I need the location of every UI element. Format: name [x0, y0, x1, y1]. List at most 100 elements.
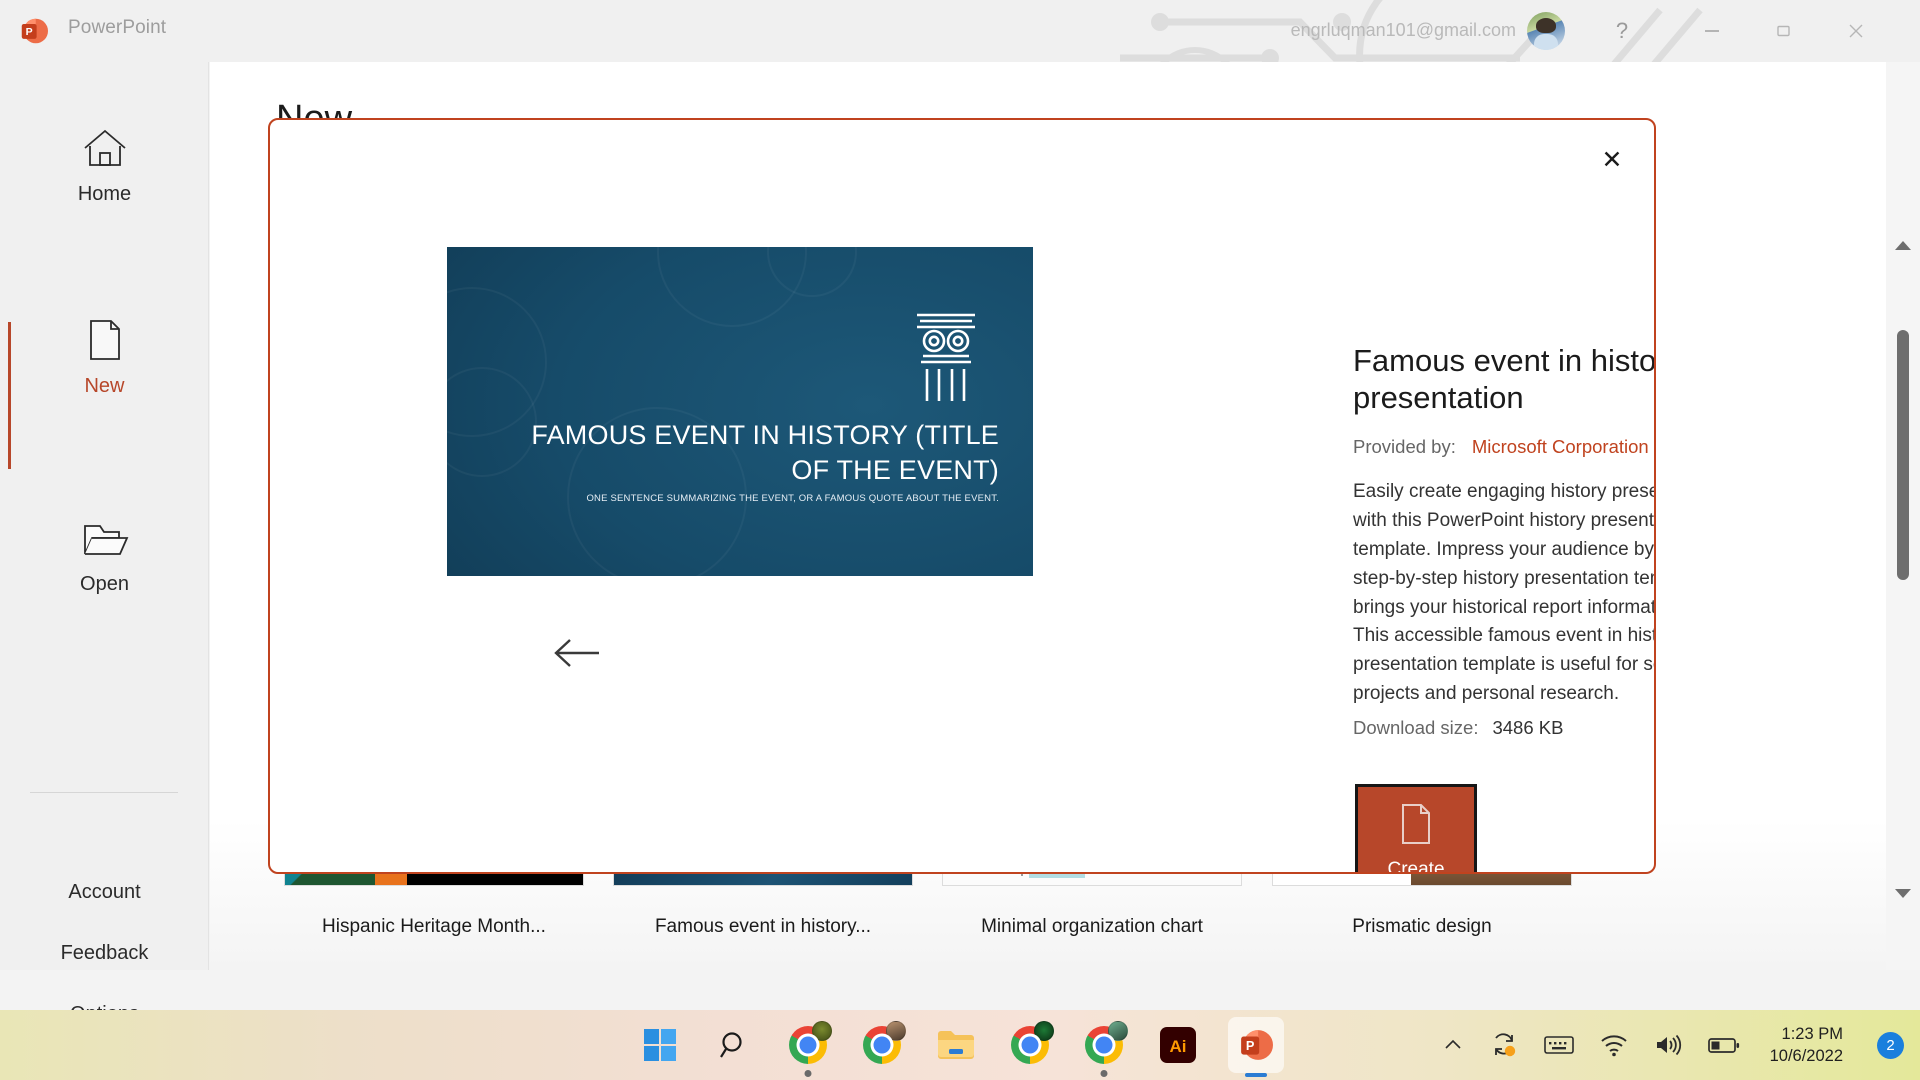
taskbar-app-group: Ai P	[636, 1010, 1284, 1080]
svg-text:P: P	[1246, 1038, 1255, 1053]
notification-badge[interactable]: 2	[1877, 1031, 1904, 1059]
volume-button[interactable]	[1654, 1033, 1682, 1057]
sidebar-item-account[interactable]: Account	[0, 881, 209, 904]
sidebar-item-label: Home	[77, 183, 132, 205]
chrome-icon	[1011, 1021, 1054, 1064]
powerpoint-logo-icon: P	[21, 18, 48, 44]
template-label: Famous event in history...	[654, 916, 872, 937]
app-title: PowerPoint	[68, 17, 167, 38]
chrome-icon	[1085, 1021, 1128, 1064]
sidebar-divider	[30, 792, 178, 793]
ionic-column-icon	[917, 313, 975, 401]
clock[interactable]: 1:23 PM 10/6/2022	[1770, 1023, 1843, 1068]
content-scrollbar[interactable]	[1886, 62, 1920, 970]
download-size-value: 3486 KB	[1492, 717, 1564, 738]
download-size-row: Download size: 3486 KB	[1353, 717, 1563, 739]
chevron-up-icon	[1895, 240, 1911, 250]
slide-subtitle: ONE SENTENCE SUMMARIZING THE EVENT, OR A…	[586, 493, 999, 504]
account-email: engrluqman101@gmail.com	[1290, 20, 1516, 40]
sidebar-item-home[interactable]: Home	[0, 116, 209, 206]
touch-keyboard-button[interactable]	[1543, 1034, 1574, 1056]
template-label: Minimal organization chart	[981, 916, 1203, 937]
folder-icon	[938, 1031, 974, 1059]
clock-date: 10/6/2022	[1769, 1047, 1843, 1065]
battery-icon	[1707, 1038, 1739, 1053]
create-button[interactable]: Create	[1355, 784, 1477, 874]
slide-title: FAMOUS EVENT IN HISTORY (TITLE OF THE EV…	[531, 420, 999, 485]
restore-icon	[1777, 25, 1790, 37]
powerpoint-button[interactable]: P	[1228, 1017, 1284, 1077]
new-document-icon	[1398, 803, 1434, 851]
chrome-icon	[789, 1021, 832, 1064]
active-indicator	[1245, 1073, 1267, 1077]
maximize-button[interactable]	[1754, 0, 1814, 62]
wifi-button[interactable]	[1600, 1033, 1628, 1057]
svg-text:Ai: Ai	[1170, 1037, 1187, 1056]
chevron-down-icon	[1895, 888, 1911, 898]
windows-taskbar: Ai P 1:23 PM 10/6/2022 2	[0, 1010, 1920, 1080]
scroll-down-button[interactable]	[1886, 876, 1920, 910]
sidebar-item-new[interactable]: New	[0, 308, 209, 398]
minimize-icon	[1705, 30, 1719, 32]
window-close-button[interactable]	[1826, 0, 1886, 62]
chrome-window-4-button[interactable]	[1080, 1021, 1128, 1077]
minimize-button[interactable]	[1682, 0, 1742, 62]
title-bar: P PowerPoint engrluqman101@gmail.com ?	[0, 0, 1920, 62]
powerpoint-app-window: P PowerPoint engrluqman101@gmail.com ? H…	[0, 0, 1920, 1080]
template-title: Famous event in history presentation	[1353, 343, 1656, 416]
dialog-close-button[interactable]: ✕	[1590, 138, 1634, 182]
scrollbar-thumb[interactable]	[1897, 330, 1909, 580]
new-document-icon	[84, 308, 126, 362]
running-indicator	[804, 1070, 812, 1077]
volume-icon	[1656, 1034, 1681, 1056]
sidebar-item-feedback[interactable]: Feedback	[0, 942, 209, 965]
running-indicator	[1100, 1070, 1108, 1077]
chrome-icon	[863, 1021, 906, 1064]
illustrator-icon: Ai	[1160, 1027, 1196, 1063]
chrome-window-2-button[interactable]	[858, 1021, 906, 1069]
provided-by-label: Provided by:	[1353, 436, 1456, 457]
template-label: Prismatic design	[1352, 916, 1492, 937]
chrome-window-1-button[interactable]	[784, 1021, 832, 1077]
profile-badge	[1034, 1021, 1054, 1041]
sidebar-item-label: New	[84, 375, 125, 397]
left-navigation-rail: Home New Open Account Feedback Opt	[0, 62, 209, 1025]
create-button-label: Create	[1387, 858, 1445, 874]
chrome-window-3-button[interactable]	[1006, 1021, 1054, 1069]
scroll-up-button[interactable]	[1886, 228, 1920, 262]
clock-time: 1:23 PM	[1781, 1024, 1843, 1043]
windows-logo-icon	[644, 1029, 676, 1061]
slide-preview: FAMOUS EVENT IN HISTORY (TITLE OF THE EV…	[447, 247, 1033, 576]
sync-icon	[1494, 1033, 1515, 1057]
tray-overflow-button[interactable]	[1442, 1034, 1464, 1056]
powerpoint-icon: P	[1241, 1030, 1273, 1060]
profile-badge	[1108, 1021, 1128, 1041]
start-button[interactable]	[636, 1021, 684, 1069]
wifi-icon	[1600, 1035, 1627, 1057]
help-button[interactable]: ?	[1592, 0, 1652, 62]
arrow-left-icon	[554, 639, 599, 667]
template-label: Hispanic Heritage Month...	[322, 916, 546, 937]
avatar[interactable]	[1527, 12, 1565, 50]
profile-badge	[886, 1021, 906, 1041]
previous-template-button[interactable]	[545, 625, 609, 681]
close-icon	[1849, 24, 1863, 38]
search-button[interactable]	[710, 1021, 758, 1069]
provided-by-row: Provided by: Microsoft Corporation	[1353, 436, 1649, 458]
file-explorer-button[interactable]	[932, 1021, 980, 1069]
sidebar-item-open[interactable]: Open	[0, 506, 209, 596]
sync-status-icon[interactable]	[1490, 1031, 1518, 1059]
search-icon	[720, 1032, 742, 1058]
battery-button[interactable]	[1707, 1035, 1740, 1055]
provided-by-link[interactable]: Microsoft Corporation	[1472, 436, 1649, 457]
chevron-up-icon	[1445, 1039, 1461, 1049]
illustrator-button[interactable]: Ai	[1154, 1021, 1202, 1069]
sidebar-item-label: Open	[80, 573, 129, 595]
keyboard-icon	[1543, 1036, 1574, 1054]
home-icon	[81, 116, 129, 170]
download-size-label: Download size:	[1353, 717, 1479, 738]
svg-text:P: P	[26, 26, 33, 38]
template-description: Easily create engaging history presentat…	[1353, 481, 1656, 705]
profile-badge	[812, 1021, 832, 1041]
open-folder-icon	[81, 506, 129, 560]
